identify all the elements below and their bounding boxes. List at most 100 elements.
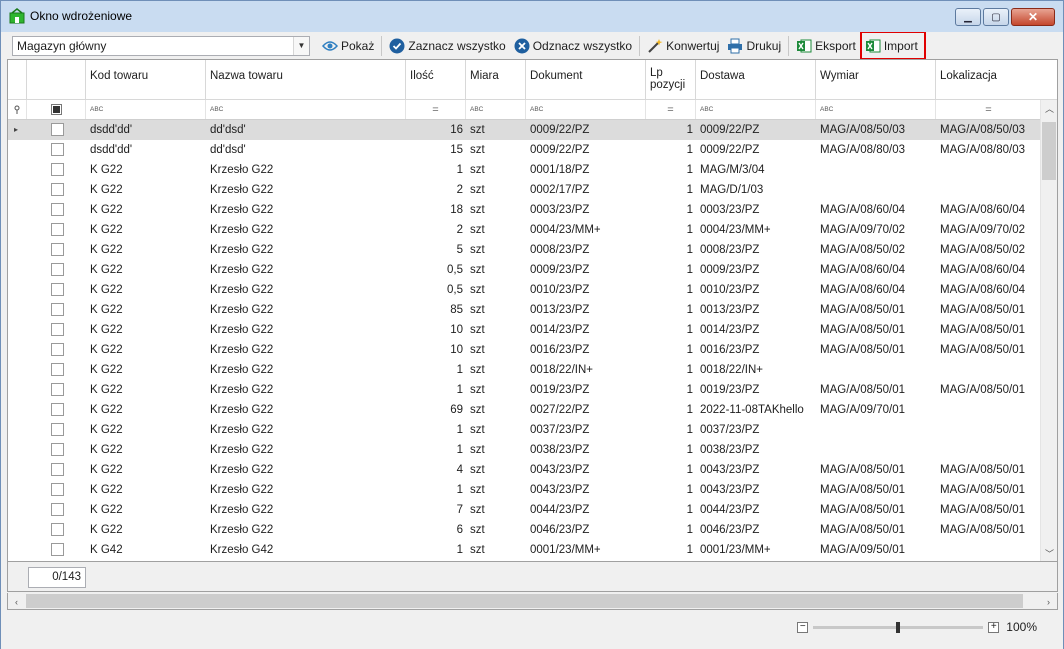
- column-header-dokument[interactable]: Dokument: [526, 60, 646, 100]
- table-row[interactable]: K G22 Krzesło G22 7 szt 0044/23/PZ 1 0044/23/P…: [8, 500, 1040, 520]
- row-checkbox[interactable]: [51, 483, 64, 496]
- row-checkbox[interactable]: [51, 423, 64, 436]
- table-row[interactable]: K G22 Krzesło G22 1 szt 0037/23/PZ 1 0037/23/P…: [8, 420, 1040, 440]
- row-checkbox[interactable]: [51, 323, 64, 336]
- table-row[interactable]: K G22 Krzesło G22 10 szt 0014/23/PZ 1 0014/23/…: [8, 320, 1040, 340]
- row-checkbox[interactable]: [51, 143, 64, 156]
- table-row[interactable]: K G22 Krzesło G22 1 szt 0038/23/PZ 1 0038/23/P…: [8, 440, 1040, 460]
- checkbox-column-header[interactable]: [27, 60, 86, 100]
- row-checkbox[interactable]: [51, 243, 64, 256]
- column-header-lokalizacja[interactable]: Lokalizacja: [936, 60, 1057, 100]
- filter-cell-lp[interactable]: =: [646, 100, 696, 119]
- cell-nazwa: Krzesło G22: [210, 164, 274, 176]
- filter-cell-kod[interactable]: ABC: [86, 100, 206, 119]
- filter-pin-icon[interactable]: [8, 100, 27, 119]
- table-row[interactable]: K G22 Krzesło G22 1 szt 0018/22/IN+ 1 0018/22/…: [8, 360, 1040, 380]
- select-all-button[interactable]: Zaznacz wszystko: [385, 35, 509, 57]
- row-checkbox[interactable]: [51, 503, 64, 516]
- table-row[interactable]: K G22 Krzesło G22 1 szt 0043/23/PZ 1 0043/23/P…: [8, 480, 1040, 500]
- table-row[interactable]: K G22 Krzesło G22 18 szt 0003/23/PZ 1 0003/23/…: [8, 200, 1040, 220]
- row-checkbox[interactable]: [51, 183, 64, 196]
- row-checkbox[interactable]: [51, 203, 64, 216]
- table-row[interactable]: K G22 Krzesło G22 4 szt 0043/23/PZ 1 0043/23/P…: [8, 460, 1040, 480]
- horizontal-scrollbar[interactable]: ‹ ›: [7, 593, 1058, 610]
- table-row[interactable]: K G22 Krzesło G22 6 szt 0046/23/PZ 1 0046/23/P…: [8, 520, 1040, 540]
- column-header-kod[interactable]: Kod towaru: [86, 60, 206, 100]
- filter-cell-ilosc[interactable]: =: [406, 100, 466, 119]
- filter-cell-dokument[interactable]: ABC: [526, 100, 646, 119]
- scroll-down-icon[interactable]: ﹀: [1041, 545, 1057, 561]
- vertical-scrollbar[interactable]: ︿ ﹀: [1040, 100, 1057, 561]
- cell-kod: K G22: [90, 244, 123, 256]
- row-checkbox[interactable]: [51, 163, 64, 176]
- table-row[interactable]: K G22 Krzesło G22 1 szt 0019/23/PZ 1 0019/23/P…: [8, 380, 1040, 400]
- row-checkbox[interactable]: [51, 463, 64, 476]
- column-header-ilosc[interactable]: Ilość: [406, 60, 466, 100]
- row-checkbox[interactable]: [51, 383, 64, 396]
- export-button[interactable]: Eksport: [792, 35, 860, 57]
- cell-lokalizacja: [940, 440, 1040, 460]
- convert-button[interactable]: Konwertuj: [643, 35, 723, 57]
- table-row[interactable]: dsdd'dd' dd'dsd' 15 szt 0009/22/PZ 1 0009/22/P…: [8, 140, 1040, 160]
- import-button[interactable]: Import: [859, 31, 926, 60]
- row-checkbox[interactable]: [51, 543, 64, 556]
- table-row[interactable]: K G22 Krzesło G22 2 szt 0004/23/MM+ 1 0004/23/…: [8, 220, 1040, 240]
- cell-kod: K G22: [90, 504, 123, 516]
- zoom-out-button[interactable]: −: [797, 621, 809, 633]
- row-checkbox[interactable]: [51, 283, 64, 296]
- filter-cell-dostawa[interactable]: ABC: [696, 100, 816, 119]
- close-button[interactable]: ✕: [1011, 8, 1055, 26]
- column-header-nazwa[interactable]: Nazwa towaru: [206, 60, 406, 100]
- filter-cell-nazwa[interactable]: ABC: [206, 100, 406, 119]
- filter-cell-wymiar[interactable]: ABC: [816, 100, 936, 119]
- filter-cell-miara[interactable]: ABC: [466, 100, 526, 119]
- table-row[interactable]: K G42 Krzesło G42 1 szt 0001/23/MM+ 1 0001/23/…: [8, 540, 1040, 560]
- horizontal-scroll-thumb[interactable]: [26, 594, 1023, 608]
- row-checkbox[interactable]: [51, 363, 64, 376]
- print-button[interactable]: Drukuj: [723, 35, 785, 57]
- row-checkbox[interactable]: [51, 443, 64, 456]
- chevron-down-icon[interactable]: ▼: [293, 36, 309, 55]
- filter-cell-lokalizacja[interactable]: =: [936, 100, 1042, 119]
- table-row[interactable]: K G22 Krzesło G22 85 szt 0013/23/PZ 1 0013/23/…: [8, 300, 1040, 320]
- row-checkbox[interactable]: [51, 123, 64, 136]
- deselect-all-button[interactable]: Odznacz wszystko: [510, 35, 636, 57]
- table-row[interactable]: K G22 Krzesło G22 69 szt 0027/22/PZ 1 2022-11-…: [8, 400, 1040, 420]
- show-button[interactable]: Pokaż: [318, 35, 378, 57]
- row-checkbox[interactable]: [51, 403, 64, 416]
- column-header-wymiar[interactable]: Wymiar: [816, 60, 936, 100]
- cell-wymiar: MAG/A/08/50/01: [820, 304, 906, 316]
- cell-nazwa: Krzesło G22: [210, 344, 274, 356]
- zoom-slider[interactable]: [813, 621, 984, 633]
- cell-miara: szt: [470, 324, 485, 336]
- scroll-up-icon[interactable]: ︿: [1041, 100, 1057, 117]
- scroll-right-icon[interactable]: ›: [1040, 593, 1057, 610]
- cell-kod: K G22: [90, 224, 123, 236]
- table-row[interactable]: K G22 Krzesło G22 5 szt 0008/23/PZ 1 0008/23/P…: [8, 240, 1040, 260]
- warehouse-select[interactable]: Magazyn główny ▼: [12, 35, 310, 56]
- scroll-left-icon[interactable]: ‹: [8, 593, 25, 610]
- cell-wymiar: MAG/A/08/80/03: [820, 144, 906, 156]
- row-checkbox[interactable]: [51, 343, 64, 356]
- minimize-button[interactable]: ▁: [955, 8, 981, 26]
- vertical-scroll-thumb[interactable]: [1042, 122, 1056, 180]
- table-row[interactable]: ▸ dsdd'dd' dd'dsd' 16 szt 0009/22/PZ 1 0009/22/…: [8, 120, 1040, 140]
- maximize-button[interactable]: ▢: [983, 8, 1009, 26]
- row-checkbox[interactable]: [51, 303, 64, 316]
- column-header-miara[interactable]: Miara: [466, 60, 526, 100]
- cell-wymiar: MAG/A/08/50/03: [820, 124, 906, 136]
- column-header-lp[interactable]: Lp pozycji: [646, 60, 696, 100]
- row-checkbox[interactable]: [51, 523, 64, 536]
- table-row[interactable]: K G22 Krzesło G22 1 szt 0001/18/PZ 1 MAG/M/3/0…: [8, 160, 1040, 180]
- table-row[interactable]: K G22 Krzesło G22 10 szt 0016/23/PZ 1 0016/23/…: [8, 340, 1040, 360]
- table-row[interactable]: K G22 Krzesło G22 0,5 szt 0009/23/PZ 1 0009/23…: [8, 260, 1040, 280]
- column-header-dostawa[interactable]: Dostawa: [696, 60, 816, 100]
- row-checkbox[interactable]: [51, 263, 64, 276]
- table-row[interactable]: K G22 Krzesło G22 2 szt 0002/17/PZ 1 MAG/D/1/0…: [8, 180, 1040, 200]
- filter-checkbox[interactable]: [27, 100, 86, 119]
- cell-lp: 1: [686, 464, 693, 476]
- zoom-slider-knob[interactable]: [896, 621, 901, 633]
- row-checkbox[interactable]: [51, 223, 64, 236]
- zoom-in-button[interactable]: +: [988, 621, 1000, 633]
- table-row[interactable]: K G22 Krzesło G22 0,5 szt 0010/23/PZ 1 0010/23…: [8, 280, 1040, 300]
